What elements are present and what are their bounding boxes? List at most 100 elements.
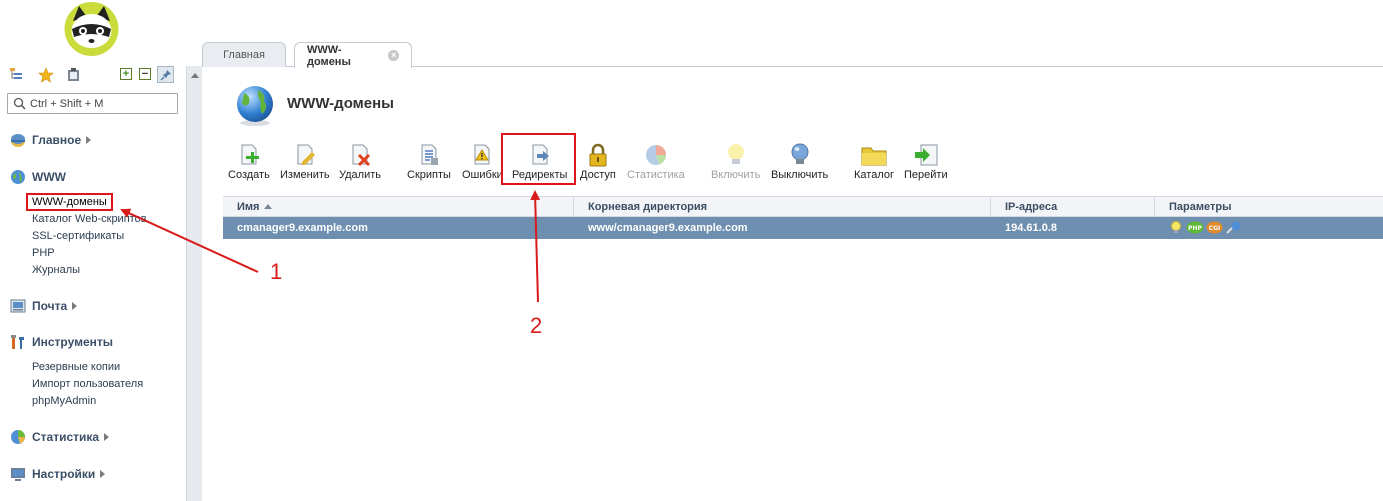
sidebar-toolbar: + −	[8, 66, 183, 84]
edit-doc-icon	[292, 142, 318, 168]
main-section-icon	[11, 134, 25, 147]
stats-pie-icon	[643, 142, 669, 168]
sidebar-section-www[interactable]: WWW	[10, 169, 66, 185]
mail-icon	[10, 299, 26, 313]
statistics-button[interactable]: Статистика	[627, 142, 685, 184]
create-doc-icon	[236, 142, 262, 168]
sidebar: + − Главное WWW WWW-домены Каталог Web-с…	[0, 0, 186, 501]
tab-label: Главная	[223, 49, 265, 61]
sidebar-section-title: WWW	[32, 170, 66, 184]
expand-all-icon[interactable]: +	[120, 68, 132, 80]
create-label: Создать	[228, 169, 270, 181]
clipboard-icon[interactable]	[65, 66, 82, 83]
goto-arrow-icon	[913, 142, 939, 168]
stats-pie-icon	[11, 430, 25, 444]
errors-button[interactable]: Ошибки	[462, 142, 503, 184]
scroll-up-icon[interactable]	[191, 73, 199, 78]
sidebar-section-title: Настройки	[32, 467, 96, 481]
delete-label: Удалить	[339, 169, 381, 181]
column-header-ip[interactable]: IP-адреса	[991, 197, 1155, 217]
scripts-doc-icon	[416, 142, 442, 168]
annotation-label-2: 2	[530, 313, 543, 338]
bulb-on-icon	[723, 142, 749, 168]
star-favorites-icon[interactable]	[37, 66, 54, 83]
enable-button[interactable]: Включить	[711, 142, 760, 184]
enable-label: Включить	[711, 169, 761, 181]
sidebar-item-web-scripts[interactable]: Каталог Web-скриптов	[32, 213, 147, 225]
annotation-label-1: 1	[270, 259, 283, 284]
sort-asc-icon	[264, 204, 273, 209]
sidebar-item-php[interactable]: PHP	[32, 247, 55, 259]
scripts-button[interactable]: Скрипты	[407, 142, 451, 184]
tab-www-domains[interactable]: WWW-домены ×	[294, 42, 412, 68]
sidebar-splitter[interactable]	[186, 66, 202, 501]
cell-ip: 194.61.0.8	[1005, 222, 1057, 234]
sidebar-section-mail[interactable]: Почта	[10, 298, 78, 314]
svg-text:PHP: PHP	[1188, 225, 1202, 232]
folder-icon	[861, 142, 887, 168]
domains-table: Имя Корневая директория IP-адреса Параме…	[223, 196, 1383, 239]
sidebar-section-title: Почта	[32, 299, 68, 313]
sidebar-item-www-domains[interactable]: WWW-домены	[26, 193, 113, 211]
app-window: + − Главное WWW WWW-домены Каталог Web-с…	[0, 0, 1383, 501]
column-header-label: Корневая директория	[588, 201, 708, 213]
page-title: WWW-домены	[287, 95, 394, 112]
sidebar-section-main[interactable]: Главное	[10, 132, 92, 148]
sidebar-item-ssl[interactable]: SSL-сертификаты	[32, 230, 124, 242]
sidebar-item-backups[interactable]: Резервные копии	[32, 361, 120, 373]
edit-button[interactable]: Изменить	[280, 142, 330, 184]
bulb-icon	[1171, 221, 1181, 233]
collapse-all-icon[interactable]: −	[139, 68, 151, 80]
column-header-label: Параметры	[1169, 201, 1232, 213]
chevron-right-icon	[86, 136, 92, 144]
ssl-icon	[1226, 221, 1241, 234]
warning-doc-icon	[469, 142, 495, 168]
raccoon-logo-icon[interactable]	[63, 1, 120, 56]
search-icon	[13, 97, 26, 110]
delete-button[interactable]: Удалить	[339, 142, 381, 184]
statistics-label: Статистика	[627, 169, 685, 181]
sidebar-section-stats[interactable]: Статистика	[10, 429, 110, 445]
create-button[interactable]: Создать	[228, 142, 270, 184]
column-header-label: Имя	[237, 201, 260, 213]
chevron-right-icon	[100, 470, 106, 478]
errors-label: Ошибки	[462, 169, 503, 181]
search-input[interactable]	[30, 96, 175, 111]
sidebar-section-title: Главное	[32, 133, 82, 147]
svg-text:CGI: CGI	[1209, 225, 1221, 232]
catalog-label: Каталог	[854, 169, 894, 181]
chevron-right-icon	[104, 433, 110, 441]
cgi-icon: CGI	[1206, 221, 1223, 234]
sidebar-section-tools[interactable]: Инструменты	[10, 334, 113, 350]
delete-doc-icon	[347, 142, 373, 168]
access-button[interactable]: Доступ	[580, 142, 616, 184]
sidebar-item-logs[interactable]: Журналы	[32, 264, 80, 276]
column-header-name[interactable]: Имя	[223, 197, 574, 217]
close-icon[interactable]: ×	[388, 50, 399, 61]
bulb-off-icon	[787, 142, 813, 168]
sidebar-item-user-import[interactable]: Импорт пользователя	[32, 378, 143, 390]
edit-label: Изменить	[280, 169, 330, 181]
cell-name: cmanager9.example.com	[237, 222, 368, 234]
column-header-label: IP-адреса	[1005, 201, 1058, 213]
column-header-params[interactable]: Параметры	[1155, 197, 1383, 217]
sidebar-section-settings[interactable]: Настройки	[10, 466, 106, 482]
menu-search-box[interactable]	[7, 93, 178, 114]
disable-button[interactable]: Выключить	[771, 142, 828, 184]
tab-home[interactable]: Главная	[202, 42, 286, 67]
tools-icon	[11, 335, 24, 349]
tab-label: WWW-домены	[307, 43, 351, 68]
catalog-button[interactable]: Каталог	[854, 142, 894, 184]
sidebar-section-title: Статистика	[32, 430, 100, 444]
goto-button[interactable]: Перейти	[904, 142, 948, 184]
lock-icon	[585, 142, 611, 168]
globe-icon	[11, 170, 25, 184]
annotation-arrows	[120, 190, 541, 303]
table-row[interactable]: cmanager9.example.com www/cmanager9.exam…	[223, 217, 1383, 239]
tree-view-icon[interactable]	[8, 66, 25, 83]
tab-bar: Главная WWW-домены ×	[202, 41, 1383, 68]
sidebar-item-phpmyadmin[interactable]: phpMyAdmin	[32, 395, 96, 407]
pin-icon[interactable]	[157, 66, 174, 83]
column-header-root[interactable]: Корневая директория	[574, 197, 991, 217]
settings-monitor-icon	[11, 468, 25, 481]
